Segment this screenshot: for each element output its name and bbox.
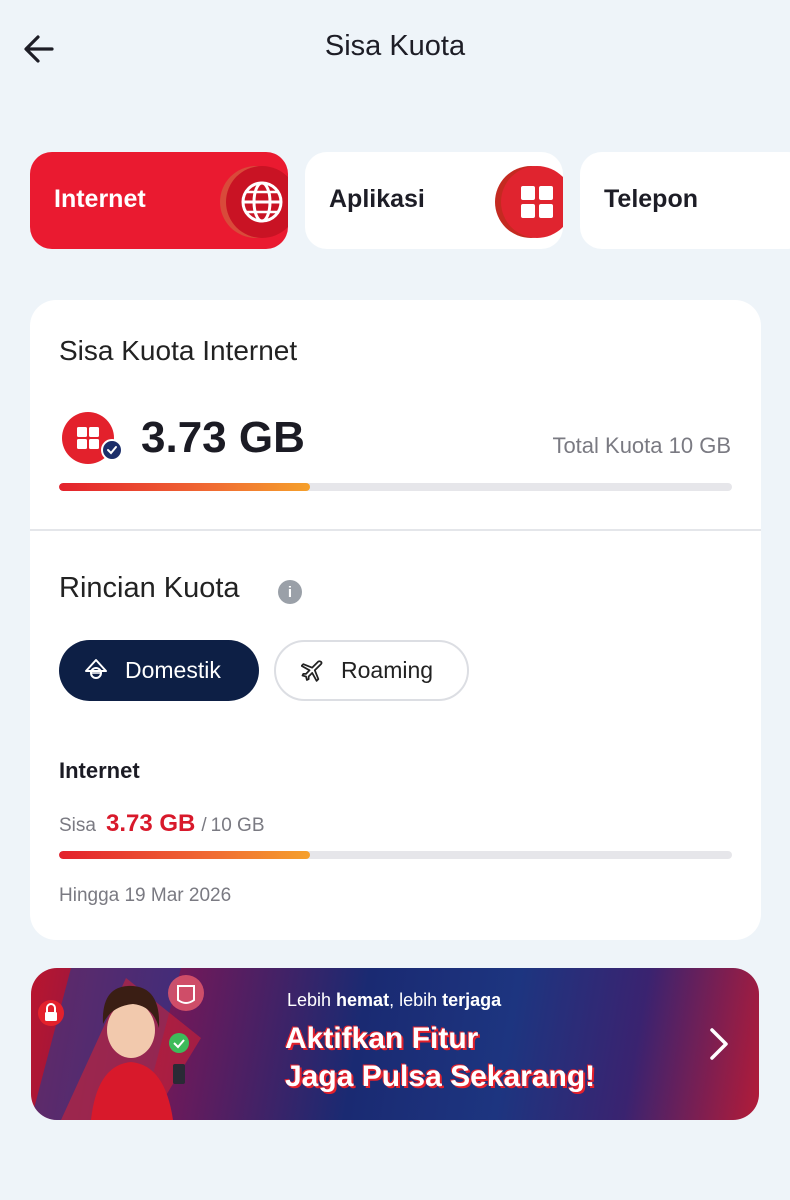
chevron-right-icon <box>710 1028 728 1060</box>
tab-internet[interactable]: Internet <box>30 152 288 249</box>
tab-telepon[interactable]: Telepon <box>580 152 790 249</box>
airplane-icon <box>300 659 326 685</box>
rincian-title: Rincian Kuota <box>59 572 240 604</box>
banner-kicker: Lebih hemat, lebih terjaga <box>287 990 501 1011</box>
filter-roaming-button[interactable]: Roaming <box>274 640 469 701</box>
promo-illustration <box>31 968 204 1120</box>
info-icon[interactable]: i <box>278 580 302 604</box>
tab-telepon-label: Telepon <box>604 185 698 213</box>
detail-progress-fill <box>59 851 311 859</box>
page-title: Sisa Kuota <box>324 30 466 62</box>
tab-aplikasi[interactable]: Aplikasi <box>305 152 563 249</box>
quota-progress-fill <box>59 483 311 491</box>
quota-progress-bar <box>59 483 732 491</box>
banner-kicker-bold1: hemat <box>336 990 390 1010</box>
domestic-icon <box>83 657 109 683</box>
quota-card: Sisa Kuota Internet 3.73 GB Total Kuota … <box>30 300 761 940</box>
banner-kicker-mid: , lebih <box>389 990 443 1010</box>
detail-progress-bar <box>59 851 732 859</box>
expiry-date: Hingga 19 Mar 2026 <box>59 885 232 906</box>
sisa-label: Sisa <box>59 815 96 836</box>
total-quota-text: Total Kuota 10 GB <box>552 433 731 458</box>
detail-total-value: 10 GB <box>210 815 265 836</box>
phone-pin-icon <box>776 172 790 244</box>
filter-roaming-label: Roaming <box>341 657 434 683</box>
tab-internet-label: Internet <box>54 185 146 213</box>
tab-aplikasi-label: Aplikasi <box>329 185 425 213</box>
banner-headline-line2: Jaga Pulsa Sekarang! <box>285 1060 596 1093</box>
banner-kicker-bold2: terjaga <box>442 990 502 1010</box>
apps-grid-icon <box>501 166 563 238</box>
detail-item-name: Internet <box>59 758 140 783</box>
banner-headline: Aktifkan Fitur Jaga Pulsa Sekarang! <box>285 1020 595 1096</box>
app-header: Sisa Kuota <box>0 0 790 100</box>
card-divider <box>30 529 761 531</box>
promo-banner[interactable]: Lebih hemat, lebih terjaga Aktifkan Fitu… <box>31 968 759 1120</box>
detail-separator: / <box>201 815 207 836</box>
detail-remaining-row: Sisa 3.73 GB / 10 GB <box>59 810 265 838</box>
detail-remaining-value: 3.73 GB <box>105 810 196 837</box>
verified-check-icon <box>101 439 123 461</box>
globe-icon <box>226 166 288 238</box>
banner-kicker-pre: Lebih <box>287 990 337 1010</box>
filter-domestik-label: Domestik <box>125 657 221 683</box>
quota-card-title: Sisa Kuota Internet <box>59 335 298 366</box>
filter-domestik-button[interactable]: Domestik <box>59 640 259 701</box>
banner-headline-line1: Aktifkan Fitur <box>285 1022 479 1055</box>
remaining-quota-amount: 3.73 GB <box>141 413 305 462</box>
